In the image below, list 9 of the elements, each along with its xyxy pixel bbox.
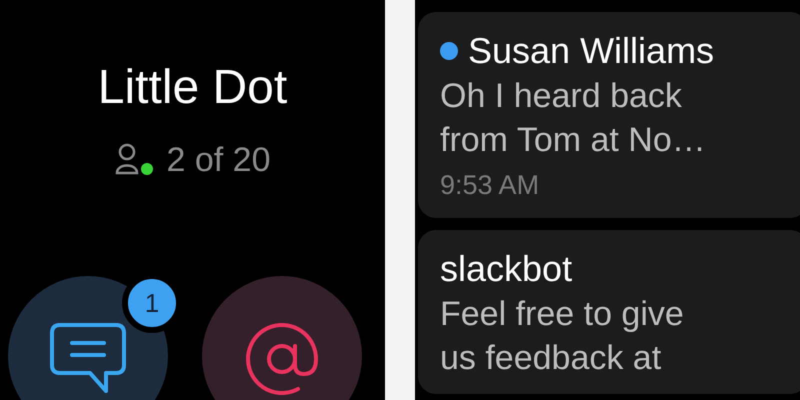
message-text: Oh I heard back from Tom at No… xyxy=(440,76,707,161)
member-count: 2 of 20 xyxy=(166,140,270,180)
sender-name: slackbot xyxy=(440,248,572,290)
message-card[interactable]: Susan Williams Oh I heard back from Tom at No… 9:53 AM xyxy=(418,12,800,218)
message-text: Feel free to give us feedback at xyxy=(440,294,685,379)
channel-title: Little Dot xyxy=(96,60,288,116)
message-card[interactable]: slackbot Feel free to give us feedback at xyxy=(418,230,800,394)
sender-name: Susan Williams xyxy=(468,30,714,72)
message-time: 9:53 AM xyxy=(440,169,540,202)
